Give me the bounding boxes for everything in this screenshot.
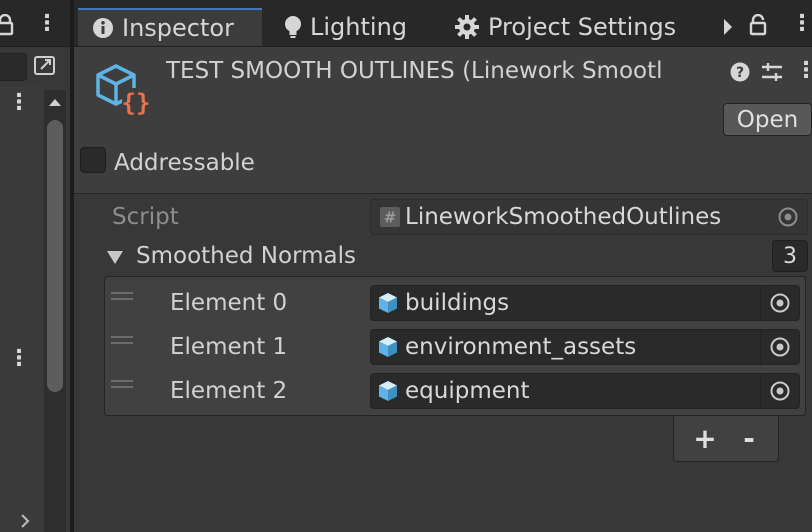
tab-project-settings-label: Project Settings: [488, 13, 677, 41]
remove-element-button[interactable]: -: [732, 422, 766, 455]
element-label: Element 2: [170, 378, 288, 404]
lightbulb-icon: [285, 16, 301, 38]
left-list: [0, 86, 42, 532]
scroll-up-icon[interactable]: [47, 96, 63, 108]
component-menu-icon[interactable]: ⋮: [795, 60, 812, 82]
object-field-value: equipment: [405, 378, 530, 404]
tab-inspector-label: Inspector: [122, 14, 234, 42]
info-icon: [93, 18, 113, 38]
object-field-value: buildings: [405, 290, 510, 316]
presets-icon[interactable]: [760, 61, 784, 83]
object-picker-icon: [770, 337, 790, 357]
list-footer: + -: [673, 416, 779, 462]
left-panel-header: ⋮: [0, 0, 70, 47]
object-field[interactable]: buildings: [370, 285, 800, 321]
svg-text:?: ?: [736, 65, 744, 81]
svg-text:{}: {}: [122, 89, 151, 117]
object-field[interactable]: equipment: [370, 373, 800, 409]
lock-icon[interactable]: [748, 14, 768, 36]
tab-project-settings[interactable]: Project Settings: [454, 8, 676, 46]
list-item: Element 1 environment_assets: [105, 325, 805, 367]
tab-overflow-arrow-icon[interactable]: [722, 17, 734, 37]
left-scrollbar-thumb[interactable]: [47, 120, 63, 392]
prefab-icon: [379, 381, 397, 401]
open-button[interactable]: Open: [723, 103, 812, 136]
list-item: Element 2 equipment: [105, 369, 805, 411]
left-panel-menu-icon[interactable]: ⋮: [36, 13, 58, 35]
drag-handle-icon[interactable]: [111, 292, 133, 300]
chevron-right-icon[interactable]: [18, 512, 32, 530]
list-item: Element 0 buildings: [105, 281, 805, 323]
asset-title: TEST SMOOTH OUTLINES (Linework Smootl: [166, 58, 663, 84]
add-element-button[interactable]: +: [688, 422, 722, 455]
object-field-value: environment_assets: [405, 334, 637, 360]
list-size-field[interactable]: 3: [772, 240, 808, 272]
prefab-icon: [379, 293, 397, 313]
object-picker-icon: [770, 293, 790, 313]
tab-bar: Inspector Lighting Project Settings ⋮: [74, 0, 812, 47]
object-picker-icon: [778, 207, 798, 227]
script-picker: [769, 200, 807, 234]
element-label: Element 0: [170, 290, 288, 316]
expand-icon[interactable]: [32, 54, 58, 78]
object-picker[interactable]: [760, 374, 799, 408]
element-label: Element 1: [170, 334, 288, 360]
cs-script-icon: #: [380, 207, 400, 227]
foldout-triangle-icon[interactable]: [106, 249, 124, 265]
object-picker[interactable]: [760, 286, 799, 320]
svg-text:#: #: [384, 209, 397, 227]
gear-icon: [455, 15, 479, 39]
object-field[interactable]: environment_assets: [370, 329, 800, 365]
left-list-menu-icon-2[interactable]: ⋮: [8, 348, 30, 370]
drag-handle-icon[interactable]: [111, 380, 133, 388]
object-picker-icon: [770, 381, 790, 401]
tab-lighting[interactable]: Lighting: [284, 8, 407, 46]
object-picker[interactable]: [760, 330, 799, 364]
script-label: Script: [112, 204, 179, 230]
script-value: LineworkSmoothedOutlines: [405, 204, 722, 230]
left-search-input[interactable]: [0, 53, 27, 81]
help-icon[interactable]: ?: [730, 62, 750, 82]
script-field[interactable]: # LineworkSmoothedOutlines: [370, 199, 808, 235]
addressable-label: Addressable: [114, 150, 255, 176]
script-asset-icon: {}: [96, 64, 151, 117]
drag-handle-icon[interactable]: [111, 336, 133, 344]
list-label[interactable]: Smoothed Normals: [136, 243, 356, 269]
tab-lighting-label: Lighting: [310, 13, 408, 41]
tab-inspector[interactable]: Inspector: [78, 8, 262, 46]
left-list-menu-icon[interactable]: ⋮: [8, 92, 30, 114]
prefab-icon: [379, 337, 397, 357]
tab-menu-icon[interactable]: ⋮: [791, 13, 812, 35]
lock-icon[interactable]: [0, 14, 16, 36]
addressable-checkbox[interactable]: [80, 147, 106, 173]
